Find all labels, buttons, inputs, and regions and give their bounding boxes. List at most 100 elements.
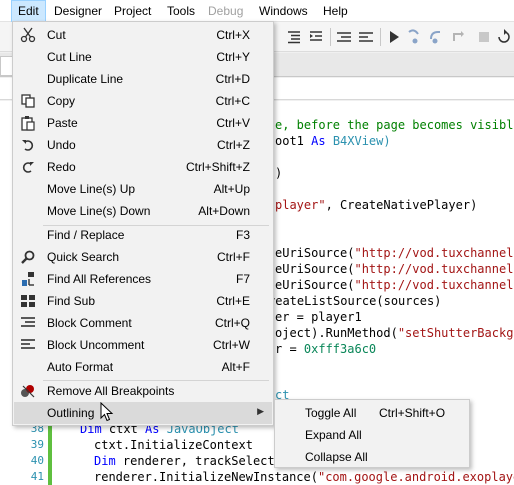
uncomment-icon (21, 339, 35, 349)
menu-item-label: Outlining (47, 406, 95, 420)
search-icon (21, 250, 35, 264)
line-number: 40 (30, 454, 44, 467)
code-line: ctxt.InitializeContext (94, 438, 253, 452)
play-icon[interactable] (386, 29, 402, 45)
menu-item-redo[interactable]: Redo Ctrl+Shift+Z (14, 156, 272, 178)
uncomment-lines-icon[interactable] (358, 29, 374, 45)
menu-item-shortcut: Ctrl+Z (217, 138, 250, 152)
code-line: oject).RunMethod("setShutterBackgro (275, 326, 514, 340)
restart-icon[interactable] (496, 29, 512, 45)
code-line: e, before the page becomes visible (275, 118, 514, 132)
edit-menu: Cut Ctrl+X Cut Line Ctrl+Y Duplicate Lin… (12, 21, 274, 426)
menu-item-move-lines-up[interactable]: Move Line(s) Up Alt+Up (14, 178, 272, 200)
menu-item-label: Block Uncomment (47, 338, 145, 352)
stop-icon[interactable] (476, 29, 492, 45)
code-line: Dim renderer, trackSelect (94, 454, 275, 468)
menubar-item-designer[interactable]: Designer (48, 0, 108, 22)
menu-item-copy[interactable]: Copy Ctrl+C (14, 90, 272, 112)
menu-item-shortcut: F3 (235, 228, 250, 242)
undo-icon (22, 140, 34, 151)
menu-item-remove-all-breakpoints[interactable]: Remove All Breakpoints (14, 380, 272, 402)
references-icon (22, 272, 34, 286)
menubar-item-windows[interactable]: Windows (253, 0, 314, 22)
menu-item-label: Toggle All (305, 406, 357, 420)
code-line: er = player1 (275, 310, 362, 324)
comment-icon (21, 317, 35, 327)
menu-item-duplicate-line[interactable]: Duplicate Line Ctrl+D (14, 68, 272, 90)
menu-item-shortcut: Ctrl+W (213, 338, 250, 352)
copy-icon (21, 94, 35, 108)
menu-item-shortcut: Ctrl+Shift+Z (185, 160, 250, 174)
outlining-submenu: Toggle All Ctrl+Shift+O Expand All Colla… (274, 399, 470, 468)
menubar-item-edit[interactable]: Edit (11, 0, 46, 22)
menu-item-label: Find Sub (47, 294, 96, 308)
scissors-icon (20, 27, 36, 43)
code-line: reateListSource(sources) (268, 294, 442, 308)
menu-item-label: Find / Replace (47, 228, 125, 242)
code-line: renderer.InitializeNewInstance("com.goog… (94, 470, 514, 484)
menu-item-shortcut: Ctrl+X (216, 28, 250, 42)
menu-item-label: Copy (47, 94, 76, 108)
menu-item-shortcut: Alt+Up (213, 182, 250, 196)
menu-item-block-comment[interactable]: Block Comment Ctrl+Q (14, 312, 272, 334)
menu-item-shortcut: Ctrl+Y (216, 50, 250, 64)
code-line: eUriSource("http://vod.tuxchannel.t (275, 246, 514, 260)
mouse-cursor-icon (100, 402, 114, 422)
menu-item-label: Cut (47, 28, 66, 42)
menu-item-block-uncomment[interactable]: Block Uncomment Ctrl+W (14, 334, 272, 356)
paste-icon (21, 116, 35, 131)
align-icon[interactable] (286, 29, 302, 45)
menu-item-label: Move Line(s) Down (47, 204, 151, 218)
menu-item-shortcut: Ctrl+E (216, 294, 250, 308)
menubar-item-help[interactable]: Help (317, 0, 354, 22)
comment-lines-icon[interactable] (336, 29, 352, 45)
menu-item-label: Paste (47, 116, 78, 130)
menu-item-label: Block Comment (47, 316, 132, 330)
menu-item-shortcut: Ctrl+Shift+O (379, 406, 446, 420)
find-sub-icon (21, 295, 35, 307)
step-over-icon[interactable] (428, 29, 444, 45)
menu-item-label: Undo (47, 138, 76, 152)
code-line: oot1 As B4XView) (275, 134, 391, 148)
menu-item-shortcut: Alt+F (221, 360, 250, 374)
menu-item-auto-format[interactable]: Auto Format Alt+F (14, 356, 272, 378)
menu-item-find-replace[interactable]: Find / Replace F3 (14, 224, 272, 246)
menubar-item-tools[interactable]: Tools (161, 0, 201, 22)
menu-item-label: Cut Line (47, 50, 92, 64)
menu-item-undo[interactable]: Undo Ctrl+Z (14, 134, 272, 156)
menu-item-label: Remove All Breakpoints (47, 384, 175, 398)
code-line: eUriSource("http://vod.tuxchannel.t (275, 278, 514, 292)
code-line: r = 0xfff3a6c0 (275, 342, 377, 356)
menu-item-cut[interactable]: Cut Ctrl+X (14, 24, 272, 46)
code-line: ) (275, 166, 283, 180)
menu-item-quick-search[interactable]: Quick Search Ctrl+F (14, 246, 272, 268)
menu-item-label: Collapse All (305, 450, 368, 464)
menu-item-label: Move Line(s) Up (47, 182, 136, 196)
menu-item-outlining[interactable]: Outlining ▶ (14, 402, 272, 424)
menubar-item-debug[interactable]: Debug (202, 0, 249, 22)
menu-item-move-lines-down[interactable]: Move Line(s) Down Alt+Down (14, 200, 272, 222)
step-out-icon[interactable] (450, 29, 466, 45)
menu-item-shortcut: F7 (235, 272, 250, 286)
menubar-item-project[interactable]: Project (108, 0, 157, 22)
menu-item-cut-line[interactable]: Cut Line Ctrl+Y (14, 46, 272, 68)
menu-item-label: Expand All (305, 428, 362, 442)
step-into-icon[interactable] (406, 29, 422, 45)
submenu-item-toggle-all[interactable]: Toggle All Ctrl+Shift+O (276, 402, 468, 424)
line-number: 39 (30, 438, 44, 451)
menu-item-find-sub[interactable]: Find Sub Ctrl+E (14, 290, 272, 312)
code-line: eUriSource("http://vod.tuxchannel.t (275, 262, 514, 276)
breakpoints-icon (21, 385, 35, 398)
menu-item-label: Find All References (47, 272, 152, 286)
menubar-item-file[interactable] (0, 0, 2, 22)
submenu-item-expand-all[interactable]: Expand All (276, 424, 468, 446)
submenu-arrow-icon: ▶ (257, 406, 264, 416)
outdent-icon[interactable] (308, 29, 324, 45)
line-number: 41 (30, 470, 44, 483)
submenu-item-collapse-all[interactable]: Collapse All (276, 446, 468, 468)
menu-item-paste[interactable]: Paste Ctrl+V (14, 112, 272, 134)
menu-item-label: Duplicate Line (47, 72, 124, 86)
menu-item-find-all-references[interactable]: Find All References F7 (14, 268, 272, 290)
menu-item-label: Quick Search (47, 250, 120, 264)
menu-item-shortcut: Ctrl+C (215, 94, 250, 108)
